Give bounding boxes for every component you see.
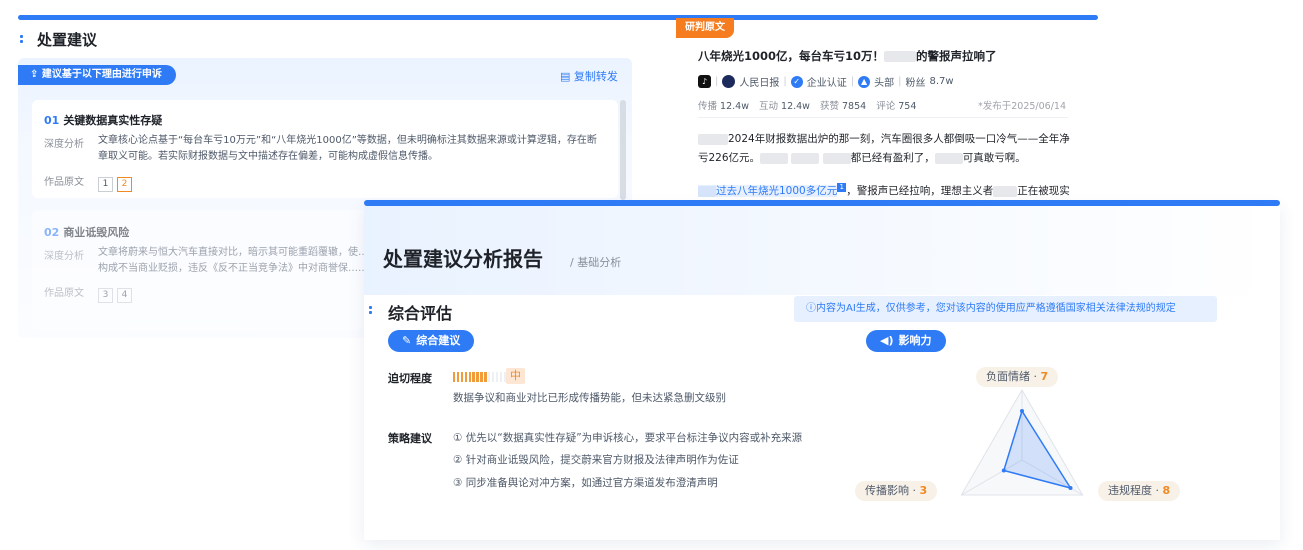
- radar-point: [1068, 486, 1073, 490]
- source-ref-2[interactable]: 2: [117, 177, 132, 192]
- ai-disclaimer: ⓘ内容为AI生成，仅供参考，您对该内容的使用应严格遵循国家相关法律法规的规定: [794, 296, 1217, 322]
- analysis-text: 文章核心论点基于“每台车亏10万元”和“八年烧光1000亿”等数据，但未明确标注…: [98, 135, 597, 162]
- article-title-text-end: 的警报声拉响了: [916, 49, 997, 63]
- urgency-label: 迫切程度: [388, 372, 432, 385]
- source-refs: 34: [98, 282, 136, 303]
- pen-icon: ✎: [402, 334, 412, 347]
- source-ref-3[interactable]: 3: [98, 288, 113, 303]
- reason-card-1: 01 关键数据真实性存疑 深度分析 文章核心论点基于“每台车亏10万元”和“八年烧…: [32, 100, 618, 198]
- strategy-item-2: ② 针对商业诋毁风险，提交蔚来官方财报及法律声明作为佐证: [453, 454, 739, 466]
- report-subtitle: / 基础分析: [570, 256, 622, 269]
- reasons-scrollbar[interactable]: [620, 100, 626, 200]
- source-label: 作品原文: [44, 288, 84, 299]
- urgency-segment: [488, 372, 491, 382]
- publish-date: *发布于2025/06/14: [978, 101, 1067, 112]
- redacted-text: [934, 152, 963, 164]
- article-title: 八年烧光1000亿，每台车亏10万！ 的警报声拉响了: [698, 48, 997, 64]
- urgency-segment: [491, 372, 495, 382]
- stat-likes: 获赞 7854: [819, 101, 867, 112]
- source-ref-4[interactable]: 4: [117, 288, 132, 303]
- copy-icon: ▤: [560, 70, 574, 83]
- section-title-marker: [369, 306, 372, 309]
- analysis-text: 文章将蔚来与恒大汽车直接对比，暗示其可能重蹈覆辙，使……能构成不当商业贬损，违反…: [98, 247, 388, 274]
- reason-number: 01: [44, 114, 60, 127]
- author-name[interactable]: 人民日报: [739, 74, 779, 89]
- radar-point: [1020, 409, 1024, 413]
- strategy-label: 策略建议: [388, 432, 432, 445]
- advice-tab[interactable]: ✎ 综合建议: [388, 330, 475, 352]
- impact-tab-label: 影响力: [898, 334, 932, 347]
- section-title: 综合评估: [388, 304, 453, 323]
- urgency-segment: [456, 372, 460, 382]
- copy-forward-button[interactable]: ▤ 复制转发: [560, 68, 618, 84]
- fans-label: 粉丝: [905, 78, 926, 89]
- reason-pill-label: 建议基于以下理由进行申诉: [41, 69, 162, 80]
- redacted-text: [884, 51, 917, 62]
- copy-forward-label: 复制转发: [573, 70, 618, 83]
- speaker-icon: ◀): [880, 334, 894, 347]
- urgency-segment: [453, 372, 456, 382]
- advice-tab-label: 综合建议: [416, 334, 461, 347]
- rank-icon: ▲: [858, 75, 871, 88]
- back-card-top-bar: [18, 15, 1098, 20]
- reason-title: 01 关键数据真实性存疑: [44, 112, 162, 128]
- urgency-segment: [495, 372, 499, 382]
- radar-tag-negative-emotion: 负面情绪 · 7: [976, 367, 1059, 387]
- urgency-segment: [472, 372, 475, 382]
- article-title-text: 八年烧光1000亿，每台车亏10万！: [698, 49, 885, 63]
- analysis-label: 深度分析: [44, 251, 84, 262]
- strategy-item-1: ① 优先以“数据真实性存疑”为申诉核心，要求平台标注争议内容或补充来源: [453, 432, 803, 444]
- urgency-segment: [468, 372, 471, 382]
- stat-comments: 评论 754: [876, 101, 917, 112]
- article-tag: 研判原文: [676, 18, 734, 38]
- radar-tag-spread-impact: 传播影响 · 3: [855, 481, 938, 501]
- report-card-top-bar: [364, 200, 1280, 206]
- left-section-title: 处置建议: [37, 31, 98, 49]
- highlighted-claim[interactable]: 过去八年烧光1000多亿元: [698, 185, 838, 197]
- tiktok-icon: ♪: [698, 75, 711, 88]
- urgency-level-badge: 中: [506, 368, 525, 384]
- rank-label: 头部: [874, 78, 895, 89]
- report-title: 处置建议分析报告: [383, 247, 543, 271]
- reason-pill: ⇪ 建议基于以下理由进行申诉: [18, 65, 176, 85]
- article-paragraph-1: 2024年财报数据出炉的那一刻，汽车圈很多人都倒吸一口冷气——全年净亏226亿元…: [698, 133, 1070, 164]
- source-ref-1[interactable]: 1: [98, 177, 113, 192]
- reason-title: 02 商业诋毁风险: [44, 224, 129, 240]
- urgency-segment: [464, 372, 468, 382]
- section-title-marker: [20, 35, 23, 38]
- redacted-text: [822, 152, 851, 164]
- radar-tag-violation-degree: 违规程度 · 8: [1098, 481, 1181, 501]
- source-label: 作品原文: [44, 177, 84, 188]
- redacted-text: [698, 133, 728, 145]
- strategy-item-3: ③ 同步准备舆论对冲方案，如通过官方渠道发布澄清声明: [453, 477, 718, 489]
- article-divider: [698, 117, 1068, 118]
- cert-label: 企业认证: [806, 78, 847, 89]
- article-paragraph-2: 过去八年烧光1000多亿元 1 ，警报声已经拉响，理想主义者 正在被现实: [698, 183, 1070, 199]
- urgency-segment: [484, 372, 487, 382]
- radar-point: [1001, 468, 1006, 473]
- redacted-text: [760, 152, 789, 164]
- avatar: [722, 75, 736, 88]
- stat-spread: 传播 12.4w: [698, 101, 749, 112]
- fans-value: 8.7w: [929, 76, 954, 87]
- verified-icon: ✓: [790, 75, 803, 88]
- redacted-text: [993, 185, 1018, 197]
- analysis-label: 深度分析: [44, 139, 84, 150]
- citation-marker[interactable]: 1: [837, 183, 847, 192]
- source-refs: 12: [98, 171, 136, 192]
- urgency-description: 数据争议和商业对比已形成传播势能，但未达紧急删文级别: [453, 392, 726, 404]
- urgency-segment: [499, 372, 503, 382]
- reason-title-text: 关键数据真实性存疑: [63, 114, 163, 127]
- urgency-segment: [480, 372, 483, 382]
- stat-interact: 互动 12.4w: [758, 101, 810, 112]
- upload-icon: ⇪: [30, 69, 42, 80]
- reason-number: 02: [44, 226, 60, 239]
- urgency-segment: [460, 372, 464, 382]
- reason-title-text: 商业诋毁风险: [63, 226, 130, 239]
- urgency-segment: [476, 372, 479, 382]
- author-meta-row: ♪ | 人民日报 | ✓ 企业认证 | ▲ 头部 | 粉丝 8.7w: [698, 74, 954, 89]
- impact-tab[interactable]: ◀) 影响力: [866, 330, 946, 352]
- redacted-text: [791, 152, 820, 164]
